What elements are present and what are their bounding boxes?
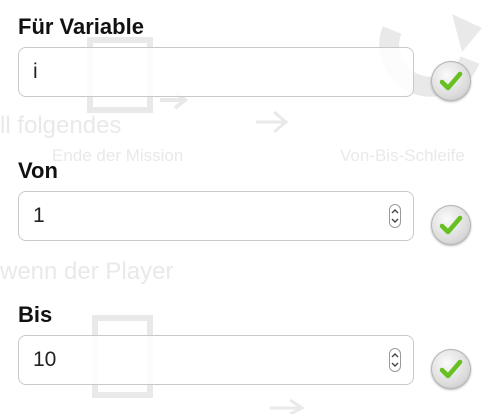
chevron-down-icon[interactable] xyxy=(391,362,399,367)
chevron-down-icon[interactable] xyxy=(391,218,399,223)
variable-input-value: i xyxy=(33,60,38,83)
to-number-input[interactable]: 10 xyxy=(18,335,414,385)
confirm-to-button[interactable] xyxy=(431,349,471,389)
from-spinner[interactable] xyxy=(389,204,401,228)
to-spinner[interactable] xyxy=(389,348,401,372)
chevron-up-icon[interactable] xyxy=(391,353,399,358)
label-to: Bis xyxy=(18,302,53,327)
checkmark-icon xyxy=(439,359,463,379)
from-input-value: 1 xyxy=(33,204,45,227)
loop-config-form: Für Variable i Von 1 Bis 10 xyxy=(0,0,502,414)
from-number-input[interactable]: 1 xyxy=(18,191,414,241)
label-from: Von xyxy=(18,158,58,183)
confirm-variable-button[interactable] xyxy=(431,61,471,101)
checkmark-icon xyxy=(439,71,463,91)
label-for-variable: Für Variable xyxy=(18,14,144,39)
variable-input[interactable]: i xyxy=(18,47,414,97)
checkmark-icon xyxy=(439,215,463,235)
to-input-value: 10 xyxy=(33,348,57,371)
chevron-up-icon[interactable] xyxy=(391,209,399,214)
confirm-from-button[interactable] xyxy=(431,205,471,245)
